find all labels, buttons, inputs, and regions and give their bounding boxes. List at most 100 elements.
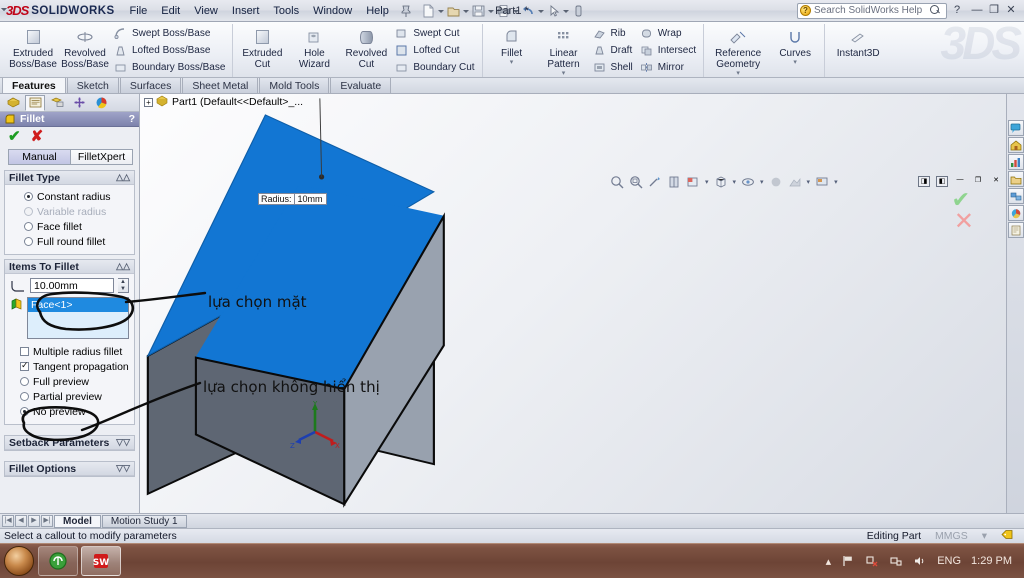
- boundary-cut-button[interactable]: Boundary Cut: [392, 59, 478, 76]
- fillet-mode-tabs[interactable]: Manual FilletXpert: [8, 149, 133, 165]
- filletxpert-tab[interactable]: FilletXpert: [71, 149, 133, 165]
- task-pane[interactable]: [1006, 94, 1024, 513]
- volume-icon[interactable]: [913, 554, 927, 568]
- shell-button[interactable]: Shell: [590, 59, 637, 76]
- linear-pattern-dropdown-icon[interactable]: ▾: [538, 70, 590, 77]
- network-icon[interactable]: [889, 554, 903, 568]
- menu-window[interactable]: Window: [306, 2, 359, 20]
- rebuild-icon[interactable]: [570, 2, 587, 20]
- full-preview-radio[interactable]: [20, 377, 29, 386]
- taskbar-button-browser[interactable]: [38, 546, 78, 576]
- constant-radius-radio[interactable]: [24, 192, 33, 201]
- option-partial-preview[interactable]: Partial preview: [10, 389, 129, 404]
- previous-tab-icon[interactable]: ◀: [15, 515, 27, 527]
- face-fillet-radio[interactable]: [24, 222, 33, 231]
- setback-parameters-group[interactable]: Setback Parameters ▽▽: [4, 435, 135, 451]
- multiple-radius-fillet-checkbox[interactable]: [20, 347, 29, 356]
- chevron-up-icon[interactable]: △△: [116, 172, 130, 183]
- new-document-dropdown-icon[interactable]: [437, 2, 445, 20]
- swept-cut-button[interactable]: Swept Cut: [392, 25, 478, 42]
- option-full-round-fillet[interactable]: Full round fillet: [10, 234, 129, 249]
- new-document-icon[interactable]: [420, 2, 437, 20]
- reference-geometry-button[interactable]: Reference Geometry ▾: [707, 24, 769, 77]
- restore-icon[interactable]: ❐: [987, 4, 1001, 18]
- open-icon[interactable]: [445, 2, 462, 20]
- tangent-propagation-checkbox[interactable]: [20, 360, 29, 371]
- command-tab-strip[interactable]: Features Sketch Surfaces Sheet Metal Mol…: [0, 77, 1024, 94]
- cancel-button[interactable]: ✘: [31, 129, 44, 144]
- fillet-button[interactable]: Fillet ▾: [486, 24, 538, 66]
- save-dropdown-icon[interactable]: [487, 2, 495, 20]
- tab-mold-tools[interactable]: Mold Tools: [259, 77, 330, 93]
- tag-icon[interactable]: [1001, 529, 1014, 543]
- tab-surfaces[interactable]: Surfaces: [119, 77, 182, 93]
- partial-preview-radio[interactable]: [20, 392, 29, 401]
- accept-button[interactable]: ✔: [8, 129, 21, 144]
- manager-tab-row[interactable]: [0, 94, 139, 112]
- lofted-cut-button[interactable]: Lofted Cut: [392, 42, 478, 59]
- option-full-preview[interactable]: Full preview: [10, 374, 129, 389]
- minimize-icon[interactable]: —: [970, 4, 984, 18]
- option-face-fillet[interactable]: Face fillet: [10, 219, 129, 234]
- tab-features[interactable]: Features: [2, 77, 66, 93]
- lofted-boss-base-button[interactable]: Lofted Boss/Base: [111, 42, 229, 59]
- property-manager-help-button[interactable]: ?: [129, 113, 135, 125]
- select-icon[interactable]: [545, 2, 562, 20]
- extruded-cut-button[interactable]: Extruded Cut: [236, 24, 288, 70]
- radius-stepper[interactable]: ▲ ▼: [118, 278, 129, 293]
- wrap-button[interactable]: Wrap: [637, 25, 700, 42]
- pushpin-icon[interactable]: [398, 3, 414, 19]
- view-palette-icon[interactable]: [1007, 171, 1024, 187]
- manual-tab[interactable]: Manual: [8, 149, 71, 165]
- design-library-icon[interactable]: [1007, 137, 1024, 153]
- draft-button[interactable]: Draft: [590, 42, 637, 59]
- display-manager-tab[interactable]: [91, 95, 111, 111]
- start-orb-icon[interactable]: [4, 546, 34, 576]
- print-icon[interactable]: [495, 2, 512, 20]
- open-dropdown-icon[interactable]: [462, 2, 470, 20]
- custom-properties-icon[interactable]: [1007, 205, 1024, 221]
- appearances-scenes-icon[interactable]: [1007, 188, 1024, 204]
- menu-tools[interactable]: Tools: [266, 2, 306, 20]
- configuration-manager-tab[interactable]: [47, 95, 67, 111]
- search-solidworks-help[interactable]: ? Search SolidWorks Help: [797, 2, 947, 19]
- fillet-dropdown-icon[interactable]: ▾: [486, 59, 538, 66]
- hole-wizard-button[interactable]: Hole Wizard: [288, 24, 340, 70]
- fillet-type-header[interactable]: Fillet Type △△: [5, 171, 134, 185]
- curves-dropdown-icon[interactable]: ▾: [769, 59, 821, 66]
- rib-button[interactable]: Rib: [590, 25, 637, 42]
- chevron-down-icon[interactable]: ▽▽: [116, 463, 130, 474]
- tab-model[interactable]: Model: [54, 514, 101, 528]
- menu-insert[interactable]: Insert: [225, 2, 267, 20]
- dimxpert-manager-tab[interactable]: [69, 95, 89, 111]
- tab-sketch[interactable]: Sketch: [66, 77, 119, 93]
- quick-access-toolbar[interactable]: [420, 2, 587, 20]
- selected-face-item[interactable]: Face<1>: [28, 298, 128, 312]
- chevron-down-icon[interactable]: ▽▽: [116, 437, 130, 448]
- swept-boss-base-button[interactable]: Swept Boss/Base: [111, 25, 229, 42]
- revolved-boss-base-button[interactable]: Revolved Boss/Base: [59, 24, 111, 70]
- units-label[interactable]: MMGS: [935, 530, 968, 542]
- menu-edit[interactable]: Edit: [154, 2, 187, 20]
- feature-manager-tab[interactable]: [3, 95, 23, 111]
- menu-file[interactable]: File: [123, 2, 155, 20]
- boundary-boss-base-button[interactable]: Boundary Boss/Base: [111, 59, 229, 76]
- radius-callout[interactable]: Radius: 10mm: [258, 193, 327, 205]
- document-tabs-bar[interactable]: |◀ ◀ ▶ ▶| Model Motion Study 1: [0, 513, 1024, 528]
- items-to-fillet-header[interactable]: Items To Fillet △△: [5, 260, 134, 274]
- save-icon[interactable]: [470, 2, 487, 20]
- full-round-fillet-radio[interactable]: [24, 237, 33, 246]
- solidworks-resources-icon[interactable]: [1007, 120, 1024, 136]
- option-no-preview[interactable]: No preview: [10, 404, 129, 419]
- instant3d-button[interactable]: Instant3D: [828, 24, 888, 59]
- select-dropdown-icon[interactable]: [562, 2, 570, 20]
- tab-evaluate[interactable]: Evaluate: [330, 77, 392, 93]
- taskbar-button-solidworks[interactable]: SW: [81, 546, 121, 576]
- option-constant-radius[interactable]: Constant radius: [10, 189, 129, 204]
- show-hidden-icons-icon[interactable]: ▴: [826, 555, 832, 568]
- reference-geometry-dropdown-icon[interactable]: ▾: [707, 70, 769, 77]
- menu-help[interactable]: Help: [359, 2, 396, 20]
- extruded-boss-base-button[interactable]: Extruded Boss/Base: [7, 24, 59, 70]
- option-multiple-radius-fillet[interactable]: Multiple radius fillet: [10, 344, 129, 359]
- linear-pattern-button[interactable]: Linear Pattern ▾: [538, 24, 590, 77]
